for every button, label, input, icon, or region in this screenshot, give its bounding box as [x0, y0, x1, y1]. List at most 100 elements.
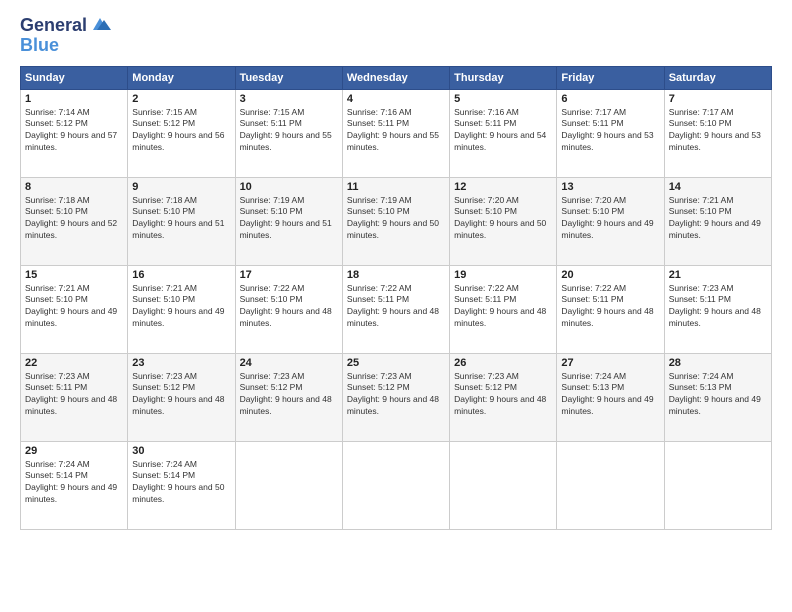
calendar-day-cell	[450, 441, 557, 529]
day-detail: Sunrise: 7:24 AMSunset: 5:13 PMDaylight:…	[669, 371, 767, 419]
day-number: 20	[561, 269, 659, 281]
day-detail: Sunrise: 7:20 AMSunset: 5:10 PMDaylight:…	[561, 195, 659, 243]
calendar-header-wednesday: Wednesday	[342, 66, 449, 89]
day-number: 28	[669, 357, 767, 369]
calendar-table: SundayMondayTuesdayWednesdayThursdayFrid…	[20, 66, 772, 530]
calendar-day-cell: 6Sunrise: 7:17 AMSunset: 5:11 PMDaylight…	[557, 89, 664, 177]
day-detail: Sunrise: 7:16 AMSunset: 5:11 PMDaylight:…	[454, 107, 552, 155]
calendar-day-cell: 19 Sunrise: 7:22 AMSunset: 5:11 PMDayligh…	[450, 265, 557, 353]
calendar-day-cell: 4 Sunrise: 7:16 AMSunset: 5:11 PMDaylight…	[342, 89, 449, 177]
calendar-day-cell: 16 Sunrise: 7:21 AMSunset: 5:10 PMDayligh…	[128, 265, 235, 353]
calendar-day-cell: 1 Sunrise: 7:14 AMSunset: 5:12 PMDaylight…	[21, 89, 128, 177]
day-detail: Sunrise: 7:22 AMSunset: 5:10 PMDaylight:…	[240, 283, 338, 331]
day-number: 2	[132, 93, 230, 105]
day-number: 26	[454, 357, 552, 369]
logo-icon	[89, 16, 111, 34]
day-number: 7	[669, 93, 767, 105]
calendar-week-row: 1 Sunrise: 7:14 AMSunset: 5:12 PMDaylight…	[21, 89, 772, 177]
calendar-header-thursday: Thursday	[450, 66, 557, 89]
day-detail: Sunrise: 7:14 AMSunset: 5:12 PMDaylight:…	[25, 107, 123, 155]
day-detail: Sunrise: 7:18 AMSunset: 5:10 PMDaylight:…	[25, 195, 123, 243]
day-detail: Sunrise: 7:23 AMSunset: 5:12 PMDaylight:…	[240, 371, 338, 419]
day-detail: Sunrise: 7:15 AMSunset: 5:11 PMDaylight:…	[240, 107, 338, 155]
day-detail: Sunrise: 7:23 AMSunset: 5:11 PMDaylight:…	[25, 371, 123, 419]
calendar-week-row: 15 Sunrise: 7:21 AMSunset: 5:10 PMDayligh…	[21, 265, 772, 353]
calendar-day-cell: 2 Sunrise: 7:15 AMSunset: 5:12 PMDaylight…	[128, 89, 235, 177]
day-number: 13	[561, 181, 659, 193]
day-number: 21	[669, 269, 767, 281]
day-detail: Sunrise: 7:21 AMSunset: 5:10 PMDaylight:…	[669, 195, 767, 243]
day-number: 16	[132, 269, 230, 281]
day-number: 4	[347, 93, 445, 105]
calendar-day-cell: 15 Sunrise: 7:21 AMSunset: 5:10 PMDayligh…	[21, 265, 128, 353]
day-number: 17	[240, 269, 338, 281]
calendar-day-cell: 10Sunrise: 7:19 AMSunset: 5:10 PMDayligh…	[235, 177, 342, 265]
calendar-day-cell: 21 Sunrise: 7:23 AMSunset: 5:11 PMDayligh…	[664, 265, 771, 353]
calendar-week-row: 8 Sunrise: 7:18 AMSunset: 5:10 PMDaylight…	[21, 177, 772, 265]
day-detail: Sunrise: 7:15 AMSunset: 5:12 PMDaylight:…	[132, 107, 230, 155]
day-number: 8	[25, 181, 123, 193]
day-detail: Sunrise: 7:24 AMSunset: 5:14 PMDaylight:…	[132, 459, 230, 507]
day-number: 22	[25, 357, 123, 369]
day-detail: Sunrise: 7:23 AMSunset: 5:11 PMDaylight:…	[669, 283, 767, 331]
day-number: 9	[132, 181, 230, 193]
calendar-header-sunday: Sunday	[21, 66, 128, 89]
calendar-week-row: 22 Sunrise: 7:23 AMSunset: 5:11 PMDayligh…	[21, 353, 772, 441]
calendar-day-cell: 24 Sunrise: 7:23 AMSunset: 5:12 PMDayligh…	[235, 353, 342, 441]
day-number: 3	[240, 93, 338, 105]
calendar-day-cell	[235, 441, 342, 529]
day-number: 23	[132, 357, 230, 369]
calendar-day-cell: 9 Sunrise: 7:18 AMSunset: 5:10 PMDaylight…	[128, 177, 235, 265]
calendar-day-cell	[557, 441, 664, 529]
calendar-header-monday: Monday	[128, 66, 235, 89]
logo-general: General	[20, 16, 87, 36]
day-number: 19	[454, 269, 552, 281]
calendar-day-cell: 26Sunrise: 7:23 AMSunset: 5:12 PMDayligh…	[450, 353, 557, 441]
day-detail: Sunrise: 7:21 AMSunset: 5:10 PMDaylight:…	[132, 283, 230, 331]
day-detail: Sunrise: 7:24 AMSunset: 5:13 PMDaylight:…	[561, 371, 659, 419]
day-number: 24	[240, 357, 338, 369]
calendar-day-cell: 8 Sunrise: 7:18 AMSunset: 5:10 PMDaylight…	[21, 177, 128, 265]
logo-blue: Blue	[20, 36, 59, 56]
day-detail: Sunrise: 7:19 AMSunset: 5:10 PMDaylight:…	[240, 195, 338, 243]
calendar-day-cell: 13 Sunrise: 7:20 AMSunset: 5:10 PMDayligh…	[557, 177, 664, 265]
day-number: 14	[669, 181, 767, 193]
day-detail: Sunrise: 7:20 AMSunset: 5:10 PMDaylight:…	[454, 195, 552, 243]
day-detail: Sunrise: 7:17 AMSunset: 5:11 PMDaylight:…	[561, 107, 659, 155]
day-detail: Sunrise: 7:19 AMSunset: 5:10 PMDaylight:…	[347, 195, 445, 243]
calendar-day-cell: 3 Sunrise: 7:15 AMSunset: 5:11 PMDaylight…	[235, 89, 342, 177]
calendar-header-row: SundayMondayTuesdayWednesdayThursdayFrid…	[21, 66, 772, 89]
header: General Blue	[20, 16, 772, 56]
day-number: 29	[25, 445, 123, 457]
calendar-day-cell	[342, 441, 449, 529]
day-number: 1	[25, 93, 123, 105]
day-detail: Sunrise: 7:22 AMSunset: 5:11 PMDaylight:…	[454, 283, 552, 331]
calendar-day-cell: 11 Sunrise: 7:19 AMSunset: 5:10 PMDayligh…	[342, 177, 449, 265]
day-detail: Sunrise: 7:21 AMSunset: 5:10 PMDaylight:…	[25, 283, 123, 331]
day-detail: Sunrise: 7:16 AMSunset: 5:11 PMDaylight:…	[347, 107, 445, 155]
day-detail: Sunrise: 7:23 AMSunset: 5:12 PMDaylight:…	[347, 371, 445, 419]
calendar-day-cell: 29Sunrise: 7:24 AMSunset: 5:14 PMDayligh…	[21, 441, 128, 529]
day-detail: Sunrise: 7:23 AMSunset: 5:12 PMDaylight:…	[132, 371, 230, 419]
calendar-day-cell: 17 Sunrise: 7:22 AMSunset: 5:10 PMDayligh…	[235, 265, 342, 353]
day-detail: Sunrise: 7:17 AMSunset: 5:10 PMDaylight:…	[669, 107, 767, 155]
calendar-day-cell: 20Sunrise: 7:22 AMSunset: 5:11 PMDayligh…	[557, 265, 664, 353]
calendar-header-friday: Friday	[557, 66, 664, 89]
day-number: 27	[561, 357, 659, 369]
logo: General Blue	[20, 16, 111, 56]
calendar-day-cell	[664, 441, 771, 529]
calendar-header-saturday: Saturday	[664, 66, 771, 89]
calendar-day-cell: 18Sunrise: 7:22 AMSunset: 5:11 PMDayligh…	[342, 265, 449, 353]
calendar-day-cell: 23 Sunrise: 7:23 AMSunset: 5:12 PMDayligh…	[128, 353, 235, 441]
day-number: 11	[347, 181, 445, 193]
calendar-day-cell: 28 Sunrise: 7:24 AMSunset: 5:13 PMDayligh…	[664, 353, 771, 441]
calendar-day-cell: 27 Sunrise: 7:24 AMSunset: 5:13 PMDayligh…	[557, 353, 664, 441]
day-detail: Sunrise: 7:18 AMSunset: 5:10 PMDaylight:…	[132, 195, 230, 243]
day-number: 30	[132, 445, 230, 457]
day-number: 25	[347, 357, 445, 369]
calendar-day-cell: 30 Sunrise: 7:24 AMSunset: 5:14 PMDayligh…	[128, 441, 235, 529]
calendar-header-tuesday: Tuesday	[235, 66, 342, 89]
calendar-day-cell: 25 Sunrise: 7:23 AMSunset: 5:12 PMDayligh…	[342, 353, 449, 441]
day-number: 15	[25, 269, 123, 281]
calendar-week-row: 29 Sunrise: 7:24 AMSunset: 5:14 PMDayligh…	[21, 441, 772, 529]
